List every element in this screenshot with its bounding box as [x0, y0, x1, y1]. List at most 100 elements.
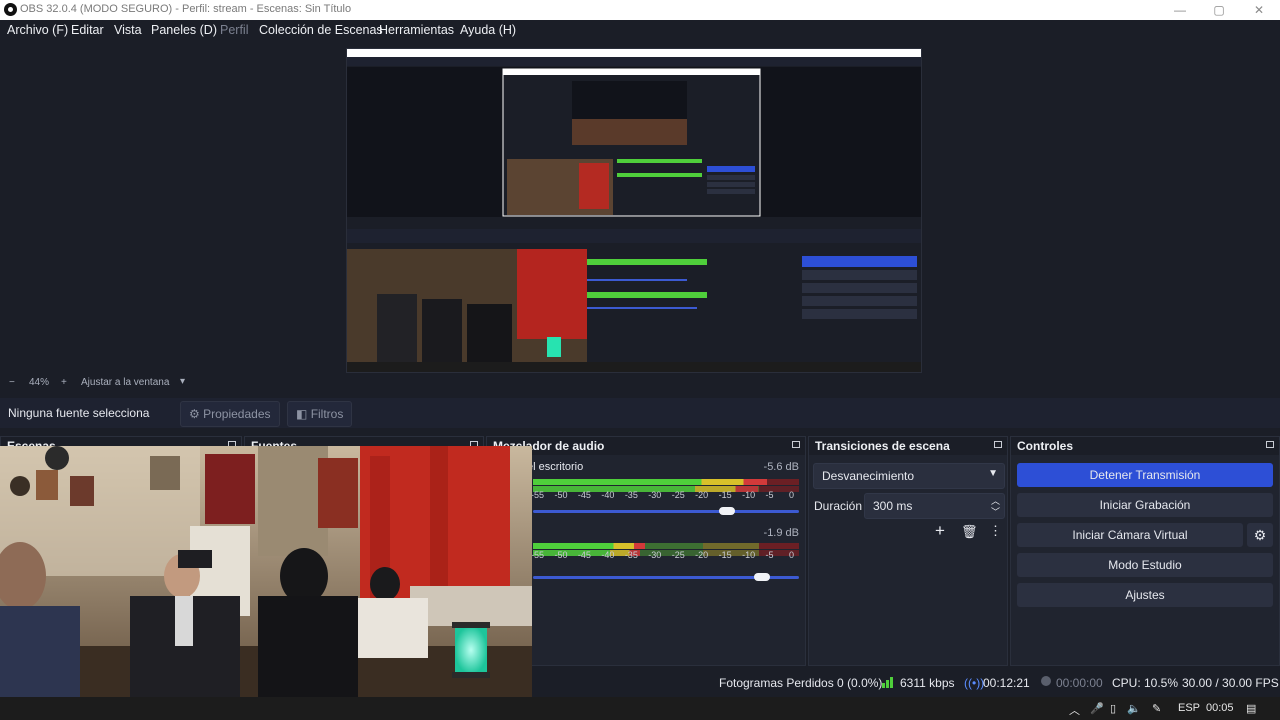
volume-slider-knob[interactable]: [753, 573, 770, 581]
menu-archivo[interactable]: Archivo (F): [7, 23, 68, 37]
meter-tick-label: -15: [718, 550, 732, 560]
volume-slider[interactable]: [533, 573, 799, 581]
meter-tick-label: -35: [624, 550, 638, 560]
audio-mixer-dock: Mezclador de audio el escritorio -5.6 dB…: [486, 436, 806, 666]
menu-herramientas[interactable]: Herramientas: [379, 23, 454, 37]
duration-spinbox[interactable]: 300 ms ︿ ﹀: [864, 493, 1005, 519]
volume-meter: [533, 543, 799, 549]
program-preview[interactable]: [346, 48, 922, 373]
transition-select-value: Desvanecimiento: [822, 469, 915, 483]
meter-ticks: -55 -50 -45 -40 -35 -30 -25 -20 -15 -10 -5 0: [531, 490, 799, 502]
minimize-icon[interactable]: —: [1160, 0, 1200, 20]
add-icon[interactable]: +: [935, 521, 945, 541]
chevron-down-icon[interactable]: ▾: [180, 376, 185, 387]
trash-icon[interactable]: 🗑: [961, 524, 978, 540]
transitions-title: Transiciones de escena: [815, 439, 950, 453]
language-indicator[interactable]: ESP: [1178, 702, 1200, 714]
cpu-usage: CPU: 10.5%: [1112, 676, 1179, 690]
chevron-down-icon: ▼: [988, 468, 998, 479]
meter-tick-label: -45: [577, 490, 591, 500]
properties-button[interactable]: ⚙ Propiedades: [180, 401, 280, 427]
microphone-icon[interactable]: 🎤: [1090, 702, 1104, 715]
duration-label: Duración: [814, 499, 863, 513]
start-recording-button[interactable]: Iniciar Grabación: [1017, 493, 1273, 517]
meter-tick-label: -20: [695, 490, 709, 500]
chevron-up-icon[interactable]: ︿: [1069, 702, 1080, 718]
clock[interactable]: 00:05: [1206, 702, 1234, 714]
audio-channel-db: -5.6 dB: [763, 461, 799, 473]
maximize-icon[interactable]: ▢: [1199, 0, 1239, 20]
start-virtual-camera-button[interactable]: Iniciar Cámara Virtual: [1017, 523, 1243, 547]
meter-tick-label: -25: [671, 550, 685, 560]
meter-tick-label: -30: [648, 550, 662, 560]
meter-tick-label: -25: [671, 490, 685, 500]
streaming-icon: ((•)): [964, 676, 985, 690]
controls-dock: Controles Detener Transmisión Iniciar Gr…: [1010, 436, 1280, 666]
meter-tick-label: -40: [601, 490, 615, 500]
menu-coleccion-escenas[interactable]: Colección de Escenas: [259, 23, 383, 37]
meter-tick-label: -5: [765, 550, 774, 560]
meter-tick-label: -15: [718, 490, 732, 500]
stream-time: 00:12:21: [983, 676, 1030, 690]
zoom-in-button[interactable]: +: [61, 377, 67, 388]
record-time: 00:00:00: [1056, 676, 1103, 690]
menu-editar[interactable]: Editar: [71, 23, 104, 37]
transitions-dock: Transiciones de escena Desvanecimiento ▼…: [808, 436, 1008, 666]
close-icon[interactable]: ✕: [1239, 0, 1279, 20]
menu-bar: Archivo (F) Editar Vista Paneles (D) Per…: [0, 20, 1280, 42]
zoom-value: 44%: [29, 377, 50, 388]
meter-tick-label: -55: [531, 550, 545, 560]
menu-ayuda[interactable]: Ayuda (H): [460, 23, 516, 37]
duration-value: 300 ms: [873, 499, 913, 513]
chevron-down-icon[interactable]: ﹀: [991, 505, 1000, 518]
filters-label: Filtros: [310, 407, 344, 421]
meter-tick-label: -50: [554, 490, 568, 500]
menu-paneles[interactable]: Paneles (D): [151, 23, 217, 37]
record-icon: [1040, 675, 1052, 690]
more-options-icon[interactable]: ⋮: [989, 523, 1002, 539]
undock-icon[interactable]: [994, 441, 1002, 448]
obs-logo-icon: [4, 3, 17, 16]
meter-tick-label: 0: [789, 550, 795, 560]
zoom-out-button[interactable]: −: [9, 377, 15, 388]
undock-icon[interactable]: [1266, 441, 1274, 448]
stop-streaming-button[interactable]: Detener Transmisión: [1017, 463, 1273, 487]
preview-capture-image: [347, 49, 921, 372]
bitrate: 6311 kbps: [900, 676, 955, 690]
volume-meter-level: [533, 479, 768, 485]
audio-channel-db: -1.9 dB: [763, 527, 799, 539]
meter-tick-label: -40: [601, 550, 615, 560]
settings-button[interactable]: Ajustes: [1017, 583, 1273, 607]
transition-select[interactable]: Desvanecimiento ▼: [813, 463, 1005, 489]
no-source-selected-label: Ninguna fuente selecciona: [8, 406, 150, 420]
title-bar: OBS 32.0.4 (MODO SEGURO) - Perfil: strea…: [0, 0, 1280, 20]
undock-icon[interactable]: [792, 441, 800, 448]
window-title: OBS 32.0.4 (MODO SEGURO) - Perfil: strea…: [20, 3, 352, 15]
menu-vista[interactable]: Vista: [114, 23, 142, 37]
filters-button[interactable]: ◧ Filtros: [287, 401, 353, 427]
zoom-bar: − 44% + Ajustar a la ventana ▾: [0, 376, 1280, 392]
dropped-frames: Fotogramas Perdidos 0 (0.0%): [719, 676, 883, 690]
volume-slider[interactable]: [533, 507, 799, 515]
controls-title: Controles: [1017, 439, 1074, 453]
menu-perfil[interactable]: Perfil: [220, 23, 248, 37]
properties-label: Propiedades: [203, 407, 271, 421]
pen-icon[interactable]: ✎: [1152, 702, 1161, 715]
meter-tick-label: -55: [531, 490, 545, 500]
meter-tick-label: -20: [695, 550, 709, 560]
webcam-overlay: [0, 446, 532, 718]
fps-readout: 30.00 / 30.00 FPS: [1182, 676, 1279, 690]
volume-meter: [533, 479, 799, 485]
notification-icon[interactable]: ▤: [1246, 702, 1256, 715]
speaker-icon[interactable]: 🔈: [1127, 702, 1141, 715]
volume-slider-knob[interactable]: [719, 507, 736, 515]
volume-meter-level: [533, 543, 645, 549]
meter-tick-label: 0: [789, 490, 795, 500]
meter-tick-label: -5: [765, 490, 774, 500]
virtual-camera-settings-icon[interactable]: ⚙: [1247, 523, 1273, 547]
filter-icon: ◧: [296, 407, 308, 421]
fit-to-window-dropdown[interactable]: Ajustar a la ventana: [81, 377, 169, 388]
studio-mode-button[interactable]: Modo Estudio: [1017, 553, 1273, 577]
battery-icon[interactable]: ▯: [1110, 702, 1116, 715]
meter-tick-label: -30: [648, 490, 662, 500]
